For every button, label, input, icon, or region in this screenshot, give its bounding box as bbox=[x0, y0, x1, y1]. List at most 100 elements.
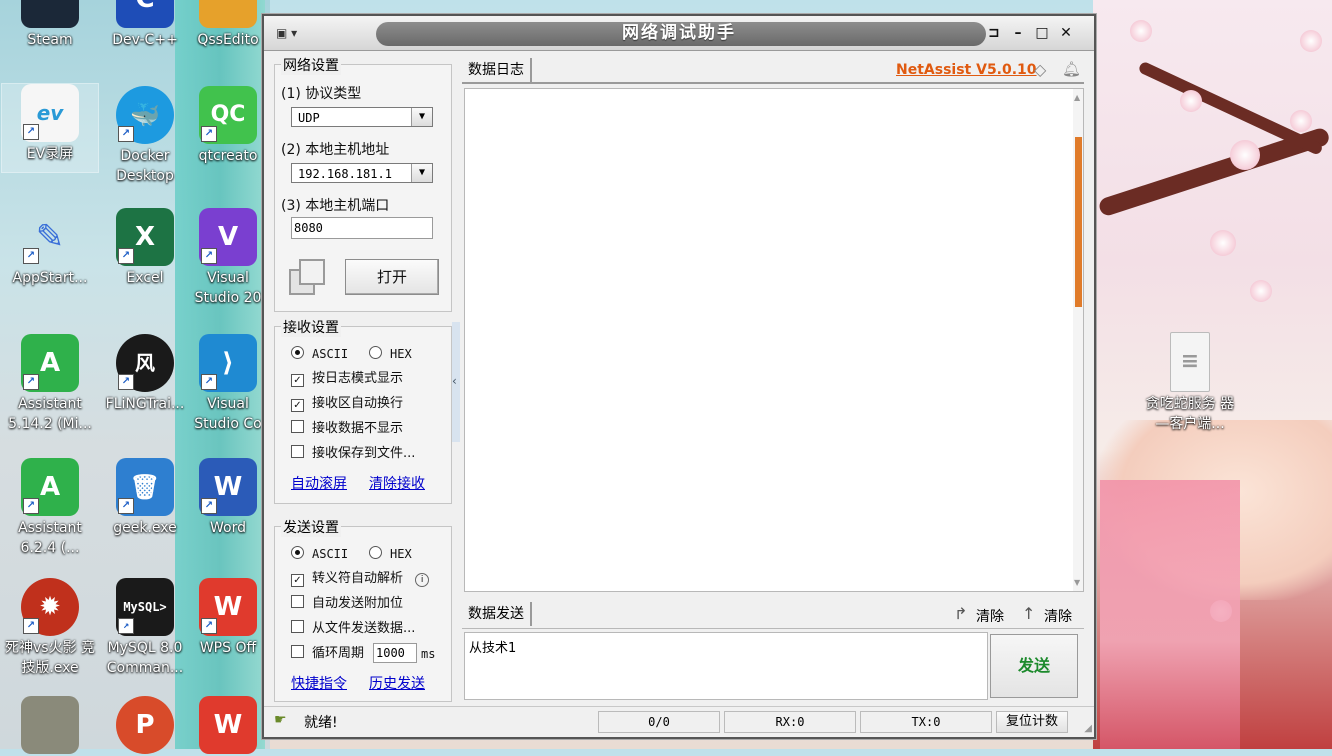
desktop-icon-geek[interactable]: 🗑 ↗ geek.exe bbox=[97, 458, 193, 538]
checkbox-indicator bbox=[291, 445, 304, 458]
checkbox-indicator bbox=[291, 420, 304, 433]
send-content[interactable]: 从技术1 bbox=[469, 637, 516, 656]
desktop-icon-excel[interactable]: X ↗ Excel bbox=[97, 208, 193, 288]
log-mode-checkbox[interactable]: ✓ 按日志模式显示 bbox=[291, 370, 403, 388]
protocol-select[interactable]: UDP ▼ bbox=[291, 107, 433, 127]
bell-icon[interactable]: 🔔︎ bbox=[1062, 60, 1081, 78]
desktop-icon-wps[interactable]: W ↗ WPS Off bbox=[188, 578, 268, 658]
host-value: 192.168.181.1 bbox=[298, 167, 392, 181]
desktop-icon-flingtrainer[interactable]: 风 ↗ FLiNGTrai... bbox=[97, 334, 193, 414]
panel-splitter[interactable]: ‹ bbox=[452, 322, 460, 442]
clear-up-icon[interactable]: ↑ bbox=[1022, 604, 1035, 623]
desktop-icon-mysql[interactable]: MySQL> ↗ MySQL 8.0 Comman... bbox=[97, 578, 193, 678]
desktop-icon-qtcreator[interactable]: QC ↗ qtcreato bbox=[188, 86, 268, 166]
chevron-down-icon[interactable]: ▼ bbox=[411, 108, 432, 126]
desktop-icon-bleach-naruto[interactable]: ✹ ↗ 死神vs火影 竞技版.exe bbox=[2, 578, 98, 678]
system-menu-button[interactable]: ▣ ▾ bbox=[276, 22, 318, 44]
send-settings-group: 发送设置 ASCII HEX ✓ 转义符自动解析 i 自动发送附加位 从文件发送数… bbox=[274, 517, 452, 702]
desktop-icon-label: Dev-C++ bbox=[112, 32, 178, 48]
pin-button[interactable]: ⊐ bbox=[984, 22, 1004, 44]
checkbox-indicator bbox=[291, 620, 304, 633]
desktop-icon-snake-server[interactable]: ≡ 贪吃蛇服务 器—客户端... bbox=[1140, 332, 1240, 434]
port-input[interactable] bbox=[291, 217, 433, 239]
desktop-icon-steam[interactable]: Steam bbox=[2, 0, 98, 50]
auto-scroll-link[interactable]: 自动滚屏 bbox=[291, 473, 347, 493]
desktop-icon-appstart[interactable]: ✎ ↗ AppStart... bbox=[2, 208, 98, 288]
desktop-icon-devcpp[interactable]: C Dev-C++ bbox=[97, 0, 193, 50]
hide-data-checkbox[interactable]: 接收数据不显示 bbox=[291, 420, 403, 438]
clear-send-button-2[interactable]: 清除 bbox=[1044, 606, 1072, 626]
receive-hex-radio[interactable]: HEX bbox=[369, 345, 412, 363]
network-settings-group: 网络设置 (1) 协议类型 UDP ▼ (2) 本地主机地址 192.168.1… bbox=[274, 55, 452, 312]
desktop-icon-label: 贪吃蛇服务 器—客户端... bbox=[1145, 396, 1235, 432]
desktop-icon-vscode[interactable]: ⟩ ↗ Visual Studio Co bbox=[188, 334, 268, 434]
desktop-icon-ev-recorder[interactable]: ev ↗ EV录屏 bbox=[1, 83, 99, 173]
auto-wrap-checkbox[interactable]: ✓ 接收区自动换行 bbox=[291, 395, 403, 413]
tab-data-log[interactable]: 数据日志 bbox=[462, 58, 532, 82]
data-log-area[interactable]: ▲ ▼ bbox=[464, 88, 1084, 592]
blossom bbox=[1180, 90, 1202, 112]
host-label: (2) 本地主机地址 bbox=[281, 142, 390, 158]
auto-append-checkbox[interactable]: 自动发送附加位 bbox=[291, 595, 403, 613]
close-button[interactable]: ✕ bbox=[1056, 22, 1076, 44]
info-icon[interactable]: i bbox=[415, 573, 430, 587]
cycle-checkbox[interactable]: 循环周期 bbox=[291, 645, 364, 663]
status-counter: 0/0 bbox=[598, 711, 720, 733]
send-hex-radio[interactable]: HEX bbox=[369, 545, 412, 563]
window-title: 网络调试助手 bbox=[622, 23, 736, 43]
desktop-icon-assistant-624[interactable]: A ↗ Assistant 6.2.4 (... bbox=[2, 458, 98, 558]
fling-trainer-icon: 风 ↗ bbox=[116, 334, 174, 392]
scroll-up-icon[interactable]: ▲ bbox=[1074, 93, 1080, 102]
chevron-down-icon[interactable]: ▼ bbox=[411, 164, 432, 182]
assistant-icon: A ↗ bbox=[21, 458, 79, 516]
blossom bbox=[1230, 140, 1260, 170]
clear-icon[interactable]: ↱ bbox=[954, 604, 967, 623]
blossom bbox=[1300, 30, 1322, 52]
desktop-icon-qsseditor[interactable]: QssEdito bbox=[188, 0, 268, 50]
tab-data-send[interactable]: 数据发送 bbox=[462, 602, 532, 626]
desktop-icon-label: Word bbox=[210, 520, 246, 536]
send-from-file-checkbox[interactable]: 从文件发送数据... bbox=[291, 620, 415, 638]
host-select[interactable]: 192.168.181.1 ▼ bbox=[291, 163, 433, 183]
reset-count-button[interactable]: 复位计数 bbox=[996, 711, 1068, 733]
desktop-icon-visual-studio[interactable]: V ↗ Visual Studio 20 bbox=[188, 208, 268, 308]
clear-send-button-1[interactable]: 清除 bbox=[976, 606, 1004, 626]
qtcreator-icon: QC ↗ bbox=[199, 86, 257, 144]
chevron-left-icon[interactable]: ‹ bbox=[452, 374, 457, 388]
open-button[interactable]: 打开 bbox=[345, 259, 439, 295]
title-bar[interactable]: 网络调试助手 ▣ ▾ ⊐ – □ ✕ bbox=[264, 16, 1094, 51]
scrollbar-thumb[interactable] bbox=[1075, 137, 1082, 307]
desktop-icon-bottom-1[interactable] bbox=[2, 696, 98, 756]
save-to-file-checkbox[interactable]: 接收保存到文件... bbox=[291, 445, 415, 463]
maximize-button[interactable]: □ bbox=[1032, 22, 1052, 44]
desktop-icon-word[interactable]: W ↗ Word bbox=[188, 458, 268, 538]
scroll-down-icon[interactable]: ▼ bbox=[1074, 578, 1080, 587]
log-scrollbar[interactable]: ▲ ▼ bbox=[1073, 89, 1083, 591]
cycle-period-input[interactable] bbox=[373, 643, 417, 663]
vscode-icon: ⟩ ↗ bbox=[199, 334, 257, 392]
desktop-icon-bottom-2[interactable]: P bbox=[97, 696, 193, 756]
shortcut-commands-link[interactable]: 快捷指令 bbox=[291, 673, 347, 693]
send-input-area[interactable]: 从技术1 bbox=[464, 632, 988, 700]
tab-underline bbox=[462, 82, 1084, 84]
desktop-icon-label: Visual Studio Co bbox=[194, 396, 262, 432]
desktop-icon-docker[interactable]: 🐳 ↗ Docker Desktop bbox=[97, 86, 193, 186]
receive-ascii-radio[interactable]: ASCII bbox=[291, 345, 348, 363]
minimize-button[interactable]: – bbox=[1008, 22, 1028, 44]
resize-grip-icon[interactable]: ◢ bbox=[1084, 723, 1092, 734]
blossom bbox=[1130, 20, 1152, 42]
text-file-icon: ≡ bbox=[1170, 332, 1210, 392]
desktop-icon-bottom-3[interactable]: W bbox=[188, 696, 268, 756]
send-button[interactable]: 发送 bbox=[990, 634, 1078, 698]
send-ascii-radio[interactable]: ASCII bbox=[291, 545, 348, 563]
devcpp-icon: C bbox=[116, 0, 174, 28]
desktop-icon-label: Docker Desktop bbox=[116, 148, 174, 184]
diamond-icon[interactable]: ◇ bbox=[1034, 60, 1046, 79]
brand-version[interactable]: NetAssist V5.0.10 bbox=[896, 62, 1037, 78]
checkbox-indicator bbox=[291, 645, 304, 658]
clear-receive-link[interactable]: 清除接收 bbox=[369, 473, 425, 493]
send-history-link[interactable]: 历史发送 bbox=[369, 673, 425, 693]
docker-icon: 🐳 ↗ bbox=[116, 86, 174, 144]
desktop-icon-assistant-5142[interactable]: A ↗ Assistant 5.14.2 (Mi... bbox=[2, 334, 98, 434]
escape-parse-checkbox[interactable]: ✓ 转义符自动解析 i bbox=[291, 570, 430, 588]
